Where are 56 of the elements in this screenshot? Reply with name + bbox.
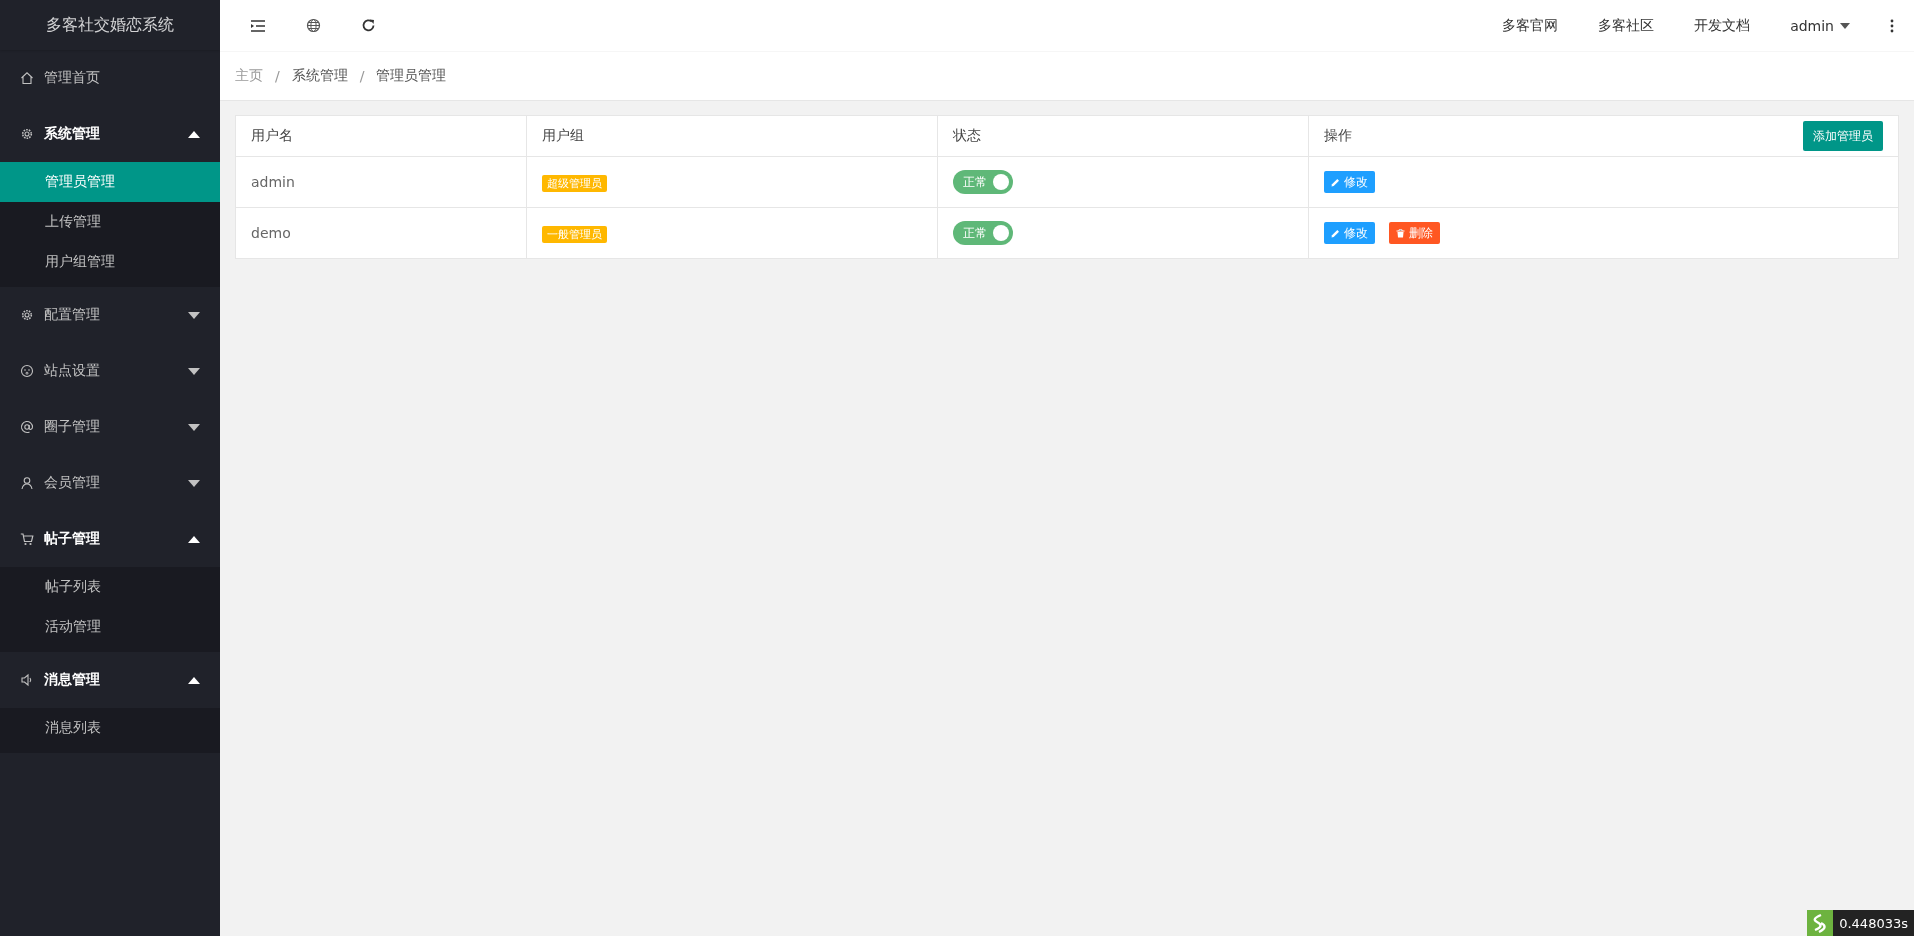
- breadcrumb-separator: /: [359, 68, 365, 84]
- cart-icon: [20, 532, 34, 546]
- breadcrumb-link[interactable]: 系统管理: [291, 67, 348, 85]
- caret-icon: [188, 535, 200, 543]
- caret-icon: [188, 423, 200, 431]
- sidebar-item[interactable]: 帖子管理: [0, 511, 220, 567]
- pencil-icon: [1331, 228, 1340, 238]
- caret-icon: [188, 311, 200, 319]
- column-header: 状态: [953, 127, 981, 145]
- gear-icon: [20, 127, 34, 141]
- user-group-tag: 超级管理员: [542, 174, 607, 192]
- sidebar-item[interactable]: 消息管理: [0, 652, 220, 708]
- top-nav-link[interactable]: 多客社区: [1598, 16, 1655, 35]
- trace-logo-icon[interactable]: [1807, 910, 1834, 936]
- column-header: 操作: [1324, 127, 1352, 145]
- breadcrumb-separator: /: [275, 68, 280, 84]
- gear-icon: [20, 308, 34, 322]
- sidebar-subitem[interactable]: 用户组管理: [0, 242, 220, 282]
- caret-icon: [188, 676, 200, 684]
- home-icon: [20, 71, 34, 85]
- trash-icon: [1396, 228, 1405, 238]
- globe-icon[interactable]: [306, 18, 321, 33]
- add-admin-button[interactable]: 添加管理员: [1803, 121, 1883, 151]
- sidebar-subitem[interactable]: 上传管理: [0, 202, 220, 242]
- sidebar-item[interactable]: 会员管理: [0, 455, 220, 511]
- breadcrumb-link[interactable]: 管理员管理: [376, 67, 447, 85]
- at-icon: [20, 420, 34, 434]
- refresh-icon[interactable]: [361, 18, 376, 33]
- sidebar-subitem[interactable]: 帖子列表: [0, 567, 220, 607]
- column-header: 用户组: [542, 127, 584, 145]
- pencil-icon: [1331, 177, 1340, 187]
- sidebar-subitem[interactable]: 管理员管理: [0, 162, 220, 202]
- user-menu[interactable]: admin: [1790, 17, 1850, 34]
- runtime-text: 0.448033s: [1833, 910, 1914, 936]
- username-text: admin: [251, 174, 295, 190]
- caret-icon: [188, 367, 200, 375]
- sidebar-item[interactable]: 配置管理: [0, 287, 220, 343]
- sidebar-item[interactable]: 圈子管理: [0, 399, 220, 455]
- caret-icon: [1840, 22, 1850, 29]
- top-nav-link[interactable]: 多客官网: [1502, 16, 1559, 35]
- user-group-tag: 一般管理员: [542, 225, 607, 243]
- top-nav-link[interactable]: 开发文档: [1694, 16, 1751, 35]
- sidebar-item[interactable]: 管理首页: [0, 50, 220, 106]
- face-icon: [20, 364, 34, 378]
- sidebar-item[interactable]: 系统管理: [0, 106, 220, 162]
- speaker-icon: [20, 673, 34, 687]
- user-icon: [20, 476, 34, 490]
- caret-icon: [188, 479, 200, 487]
- more-icon[interactable]: [1890, 18, 1894, 33]
- sidebar-subitem[interactable]: 活动管理: [0, 607, 220, 647]
- column-header: 用户名: [251, 127, 293, 145]
- app-title: 多客社交婚恋系统: [0, 0, 220, 50]
- sidebar-item[interactable]: 站点设置: [0, 343, 220, 399]
- username-text: demo: [251, 225, 291, 241]
- menu-indent-icon[interactable]: [250, 18, 266, 33]
- caret-icon: [188, 130, 200, 138]
